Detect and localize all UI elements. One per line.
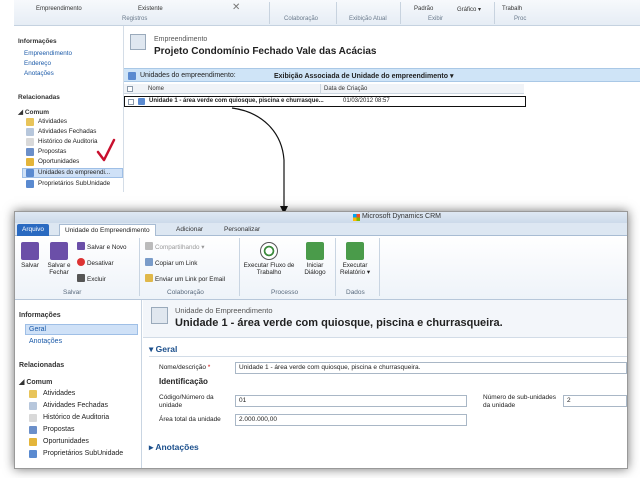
dialog-icon <box>306 242 324 260</box>
required-icon: * <box>207 364 211 371</box>
deactivate-button[interactable]: Desativar <box>77 258 114 267</box>
nav-item-atividades[interactable]: Atividades <box>43 390 75 397</box>
tab-adicionar[interactable]: Adicionar <box>171 224 208 236</box>
copy-link-button[interactable]: Copiar um Link <box>145 258 197 267</box>
nav-header-informacoes: Informações <box>19 312 61 319</box>
unit-form-screenshot: Microsoft Dynamics CRM Arquivo Unidade d… <box>14 211 628 469</box>
deactivate-icon <box>77 258 85 266</box>
collapse-icon[interactable]: ◢ <box>19 379 24 386</box>
nav-item-anotacoes[interactable]: Anotações <box>29 338 62 345</box>
chevron-down-icon: ▾ <box>366 269 371 276</box>
ribbon-divider <box>239 238 240 296</box>
chevron-down-icon: ▾ <box>149 344 154 354</box>
chevron-right-icon: ▸ <box>149 442 154 452</box>
ribbon-divider <box>139 238 140 296</box>
start-dialog-button[interactable]: Iniciar Diálogo <box>299 242 331 276</box>
tab-unidade-empreendimento[interactable]: Unidade do Empreendimento <box>59 224 156 236</box>
microsoft-logo-icon <box>353 214 360 221</box>
link-icon <box>145 258 153 266</box>
audit-history-icon <box>29 414 37 422</box>
email-link-label: Enviar um Link por Email <box>155 276 225 283</box>
nav-header-relacionadas: Relacionadas <box>19 362 65 369</box>
record-title: Unidade 1 - área verde com quiosque, pis… <box>175 317 503 329</box>
email-icon <box>145 274 153 282</box>
report-icon <box>346 242 364 260</box>
delete-button[interactable]: Excluir <box>77 274 106 283</box>
chevron-down-icon: ▾ <box>201 244 205 251</box>
record-form: Unidade do Empreendimento Unidade 1 - ár… <box>143 300 627 468</box>
nav-item-atividades-fechadas[interactable]: Atividades Fechadas <box>43 402 108 409</box>
nav-item-geral[interactable]: Geral <box>29 326 46 333</box>
share-button[interactable]: Compartilhando ▾ <box>145 242 204 251</box>
save-new-label: Salvar e Novo <box>87 244 127 251</box>
start-dialog-label: Iniciar Diálogo <box>304 262 326 276</box>
subsection-identificacao: Identificação <box>159 377 208 386</box>
closed-activities-icon <box>29 402 37 410</box>
share-icon <box>145 242 153 250</box>
product-name: Microsoft Dynamics CRM <box>362 213 441 220</box>
save-close-button[interactable]: Salvar e Fechar <box>45 242 73 276</box>
window-titlebar: Microsoft Dynamics CRM <box>15 212 627 223</box>
group-label-colaboracao: Colaboração <box>167 289 204 296</box>
save-button[interactable]: Salvar <box>17 242 43 269</box>
run-report-button[interactable]: Executar Relatório ▾ <box>337 242 373 276</box>
section-geral-label: Geral <box>155 344 178 354</box>
save-new-icon <box>77 242 85 250</box>
ribbon: Salvar Salvar e Fechar Salvar e Novo Des… <box>15 236 627 300</box>
proposals-icon <box>29 426 37 434</box>
code-label: Código/Número da unidade <box>159 394 214 409</box>
activities-icon <box>29 390 37 398</box>
name-field[interactable]: Unidade 1 - área verde com quiosque, pis… <box>235 362 627 374</box>
nav-item-propostas[interactable]: Propostas <box>43 426 75 433</box>
save-new-button[interactable]: Salvar e Novo <box>77 242 127 251</box>
section-geral[interactable]: ▾ Geral <box>149 344 177 355</box>
nav-header-comum: ◢ Comum <box>19 378 52 386</box>
save-close-icon <box>50 242 68 260</box>
name-label: Nome/descrição * <box>159 364 210 372</box>
tab-arquivo[interactable]: Arquivo <box>17 224 50 236</box>
delete-label: Excluir <box>87 276 106 283</box>
group-label-salvar: Salvar <box>63 289 82 296</box>
email-link-button[interactable]: Enviar um Link por Email <box>145 274 225 283</box>
left-navigation: Informações Geral Anotações Relacionadas… <box>15 300 142 468</box>
deactivate-label: Desativar <box>87 260 114 267</box>
delete-icon <box>77 274 85 282</box>
area-field[interactable]: 2.000.000,00 <box>235 414 467 426</box>
unit-record-icon <box>151 307 168 324</box>
run-workflow-label: Executar Fluxo de Trabalho <box>243 262 295 276</box>
record-type: Unidade do Empreendimento <box>175 306 273 315</box>
save-close-label: Salvar e Fechar <box>47 262 71 276</box>
area-label: Área total da unidade <box>159 416 221 423</box>
section-anotacoes[interactable]: ▸ Anotações <box>149 442 199 453</box>
name-label-text: Nome/descrição <box>159 364 206 371</box>
tab-personalizar[interactable]: Personalizar <box>219 224 265 236</box>
nav-item-historico-auditoria[interactable]: Histórico de Auditoria <box>43 414 109 421</box>
nav-item-oportunidades[interactable]: Oportunidades <box>43 438 89 445</box>
opportunities-icon <box>29 438 37 446</box>
ribbon-divider <box>335 238 336 296</box>
share-label: Compartilhando <box>155 244 200 251</box>
run-workflow-button[interactable]: Executar Fluxo de Trabalho <box>243 242 295 276</box>
subunit-owners-icon <box>29 450 37 458</box>
subunits-label: Número de sub-unidades da unidade <box>483 394 556 409</box>
section-anotacoes-label: Anotações <box>155 442 199 452</box>
nav-header-comum-label: Comum <box>26 379 53 386</box>
group-label-dados: Dados <box>346 289 365 296</box>
form-header: Unidade do Empreendimento Unidade 1 - ár… <box>143 300 627 338</box>
section-divider <box>149 356 627 357</box>
workflow-icon <box>260 242 278 260</box>
run-report-label: Executar Relatório <box>339 262 368 276</box>
copy-link-label: Copiar um Link <box>155 260 198 267</box>
ribbon-tabs: Arquivo Unidade do Empreendimento Adicio… <box>15 223 627 236</box>
group-label-processo: Processo <box>271 289 299 296</box>
nav-item-proprietarios-subunidade[interactable]: Proprietários SubUnidade <box>43 450 123 457</box>
save-label: Salvar <box>21 262 39 269</box>
code-field[interactable]: 01 <box>235 395 467 407</box>
subunits-field[interactable]: 2 <box>563 395 627 407</box>
ribbon-divider <box>379 238 380 296</box>
save-icon <box>21 242 39 260</box>
